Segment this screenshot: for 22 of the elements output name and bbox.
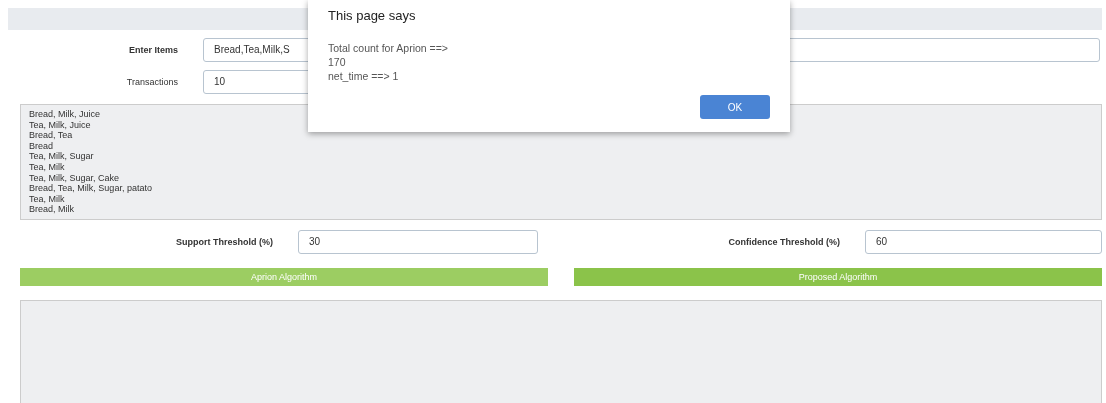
field-label: Confidence Threshold (%) (727, 237, 840, 247)
transaction-line: Bread, Tea, Milk, Sugar, patato (29, 183, 153, 194)
confidence-field[interactable]: 60 (865, 230, 1102, 254)
field-label: Transactions (125, 77, 178, 87)
support-field[interactable]: 30 (298, 230, 538, 254)
transaction-line: Bread, Tea (29, 130, 74, 141)
field-label: Support Threshold (%) (175, 237, 273, 247)
dialog-message: 170 (328, 55, 347, 69)
transaction-line: Tea, Milk, Sugar, Cake (29, 172, 121, 184)
transaction-line: Tea, Milk (29, 161, 66, 173)
transaction-line: Bread (29, 140, 55, 152)
transaction-line: Bread, Milk (29, 204, 75, 215)
transaction-line: Bread, Milk, Juice (29, 109, 102, 120)
ok-button[interactable]: OK (700, 95, 770, 119)
transaction-line: Tea, Milk, Juice (29, 119, 92, 131)
dialog-message: Total count for Aprion ==> (328, 41, 449, 55)
transaction-line: Tea, Milk, Sugar (29, 151, 95, 162)
transaction-line: Tea, Milk (29, 193, 66, 205)
dialog-title: This page says (328, 8, 417, 23)
dialog-message: net_time ==> 1 (328, 69, 400, 83)
field-label: Enter Items (127, 45, 178, 55)
output-textarea[interactable] (20, 300, 1102, 403)
